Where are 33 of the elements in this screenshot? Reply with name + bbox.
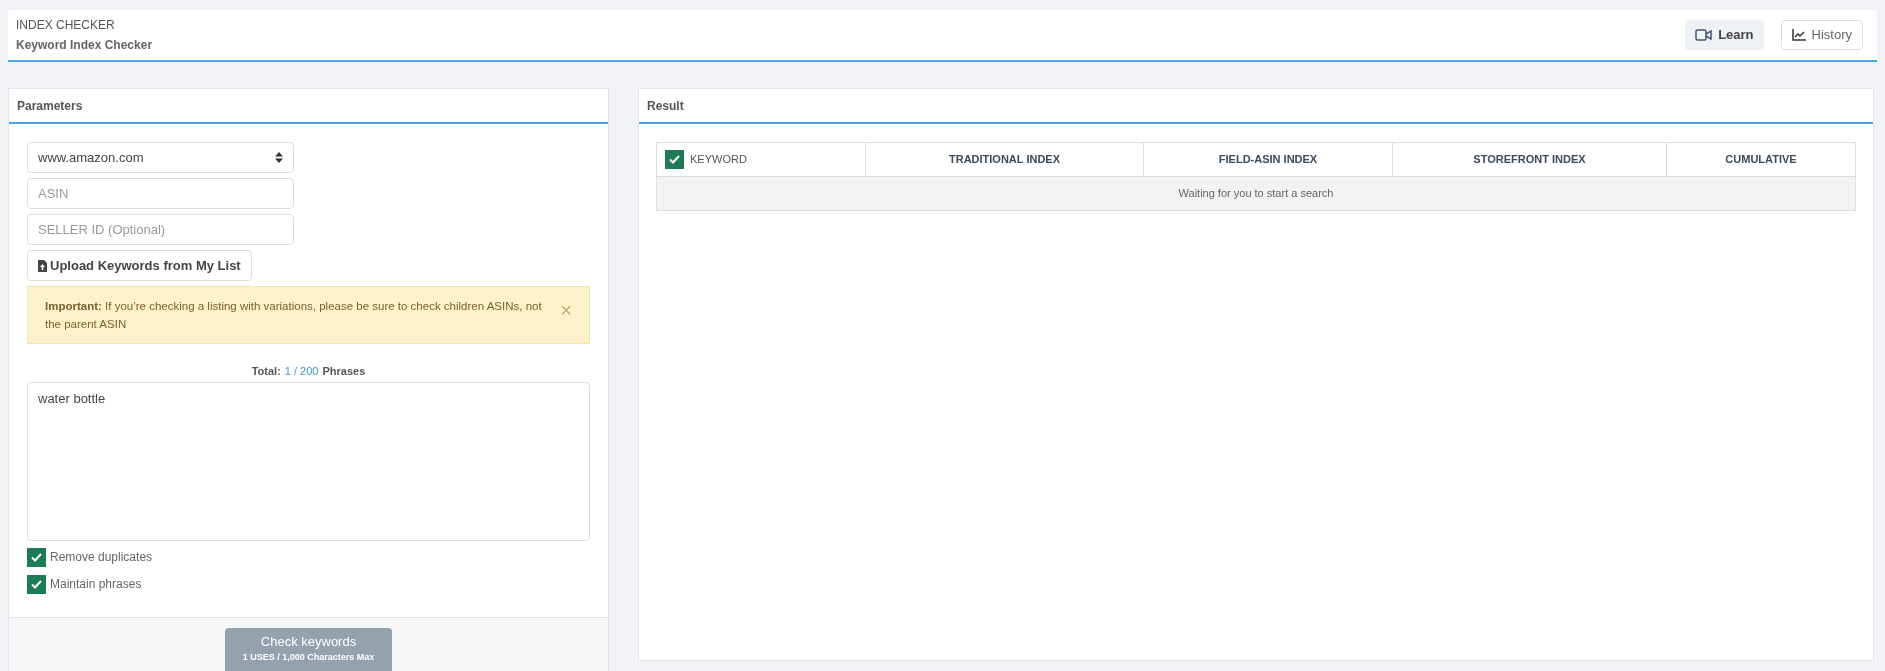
sort-caret-icon bbox=[275, 152, 283, 163]
select-all-checkbox[interactable] bbox=[665, 150, 684, 169]
option-label: Remove duplicates bbox=[50, 549, 153, 566]
upload-keywords-button[interactable]: Upload Keywords from My List bbox=[27, 250, 252, 281]
column-header: STOREFRONT INDEX bbox=[1473, 152, 1586, 168]
header-button[interactable]: History bbox=[1780, 20, 1863, 50]
panel-title: Parameters bbox=[17, 97, 83, 115]
column-header: KEYWORD bbox=[690, 152, 747, 168]
file-upload-icon bbox=[38, 259, 47, 272]
panel-title: Result bbox=[647, 97, 684, 115]
header-button[interactable]: Learn bbox=[1685, 20, 1764, 50]
line-chart-icon bbox=[1791, 29, 1806, 41]
asin-field[interactable]: ASIN bbox=[27, 178, 294, 209]
keywords-textarea[interactable]: water bottle bbox=[27, 381, 590, 541]
video-camera-icon bbox=[1695, 29, 1713, 41]
marketplace-select[interactable]: www.amazon.com bbox=[27, 142, 294, 173]
empty-message: Waiting for you to start a search bbox=[1178, 186, 1334, 202]
option-label: Maintain phrases bbox=[50, 576, 142, 593]
page-subtitle: Keyword Index Checker bbox=[16, 37, 153, 54]
check-icon bbox=[669, 155, 680, 164]
check-icon bbox=[31, 579, 42, 589]
alert-message: Important: If you’re checking a listing with variations, please be sure to check children ASINs, not the parent ASIN bbox=[45, 299, 543, 332]
total-count: 1 / 200 bbox=[284, 364, 319, 379]
total-unit: Phrases bbox=[322, 364, 366, 379]
checkbox[interactable] bbox=[27, 574, 46, 594]
seller-id-field[interactable]: SELLER ID (Optional) bbox=[27, 214, 294, 245]
column-header: CUMULATIVE bbox=[1725, 152, 1797, 168]
page-title: INDEX CHECKER bbox=[16, 17, 116, 34]
total-label: Total: bbox=[251, 364, 281, 379]
column-header: FIELD-ASIN INDEX bbox=[1218, 152, 1318, 168]
column-header: TRADITIONAL INDEX bbox=[949, 152, 1060, 168]
checkbox[interactable] bbox=[27, 547, 46, 567]
check-icon bbox=[31, 552, 42, 562]
